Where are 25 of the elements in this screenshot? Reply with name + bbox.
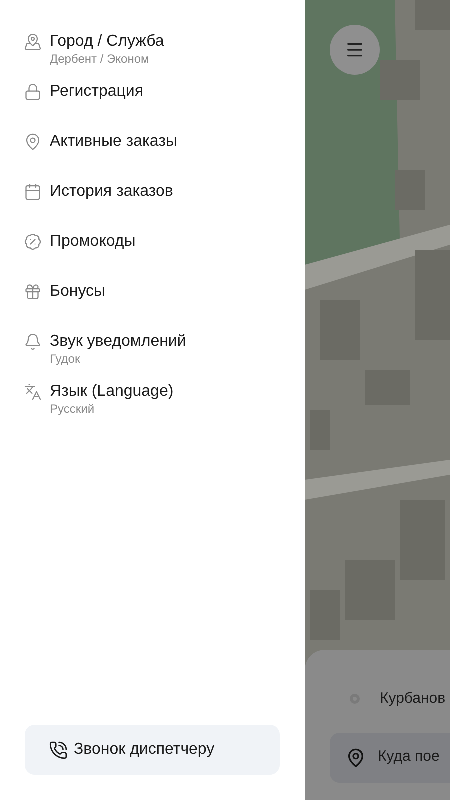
- bell-icon: [24, 333, 42, 351]
- gift-icon: [24, 283, 42, 301]
- menu-item[interactable]: Звук уведомлений: [50, 332, 186, 352]
- destination-placeholder: Куда пое: [378, 747, 440, 768]
- map-pin-icon: [24, 133, 42, 151]
- percent-icon: [24, 233, 42, 251]
- menu-item[interactable]: Город / Служба: [50, 32, 164, 52]
- lock-icon: [24, 83, 42, 101]
- menu-item-value: Дербент / Эконом: [50, 52, 150, 67]
- phone-icon: [49, 740, 68, 760]
- calendar-icon: [24, 183, 42, 201]
- call-dispatcher-button[interactable]: Звонок диспетчеру: [25, 725, 280, 775]
- origin-address[interactable]: Курбанов: [380, 688, 446, 710]
- menu-item[interactable]: Бонусы: [50, 282, 106, 302]
- language-icon: [24, 383, 42, 401]
- menu-item[interactable]: Регистрация: [50, 82, 144, 102]
- menu-item-value: Русский: [50, 402, 96, 417]
- map-pin-icon: [346, 748, 366, 768]
- menu-item[interactable]: История заказов: [50, 182, 174, 202]
- menu-item[interactable]: Промокоды: [50, 232, 136, 252]
- map-pin-icon: [24, 33, 42, 51]
- menu-item[interactable]: Активные заказы: [50, 132, 178, 152]
- destination-field[interactable]: Куда пое: [330, 732, 450, 782]
- menu-item[interactable]: Язык (Language): [50, 382, 174, 402]
- menu-item-value: Гудок: [50, 352, 82, 367]
